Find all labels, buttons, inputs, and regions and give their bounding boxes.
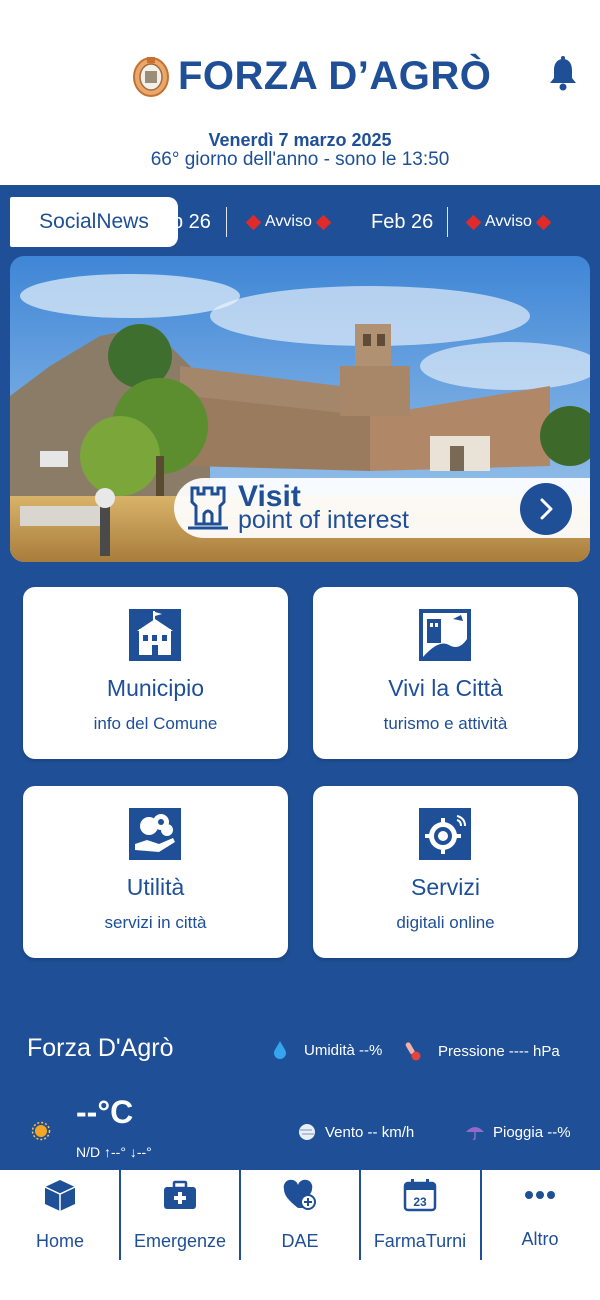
nav-label: FarmaTurni [373,1231,467,1251]
social-news-tab[interactable]: SocialNews [10,197,178,247]
diamond-icon [465,214,482,230]
heart-plus-icon [283,1179,316,1210]
nav-divider [359,1170,361,1260]
card-servizi[interactable]: Servizi digitali online [313,786,578,958]
day-info: 66° giorno dell'anno - sono le 13:50 [150,149,450,170]
app-title: FORZA D’AGRÒ [178,53,492,98]
card-title: Servizi [410,874,480,900]
cube-icon [44,1180,76,1211]
town-hall-icon [129,609,181,661]
nav-label: DAE [281,1231,319,1251]
ticker-date: Feb 26 [371,210,434,233]
card-vivi-la-citta[interactable]: Vivi la Città turismo e attività [313,587,578,759]
umbrella-icon [466,1127,484,1141]
castle-tower-icon [188,486,228,530]
card-municipio[interactable]: Municipio info del Comune [23,587,288,759]
temperature-value: --°C [76,1094,134,1130]
more-dots-icon [525,1191,555,1199]
utility-icon [129,808,181,860]
app-header: FORZA D’AGRÒ Venerdì 7 marzo 2025 66° gi… [0,0,600,185]
ticker-tag: Avviso [485,213,532,230]
card-title: Utilità [126,874,185,900]
nav-item-dae[interactable]: DAE [240,1170,360,1260]
card-subtitle: turismo e attività [383,714,508,733]
digital-services-icon [419,808,471,860]
wind-icon [299,1124,315,1140]
card-title: Municipio [106,675,205,701]
card-subtitle: info del Comune [93,714,218,733]
notification-bell-icon[interactable] [548,56,578,92]
temperature-min-max: N/D ↑--° ↓--° [76,1144,152,1160]
ticker-separator [447,207,448,237]
diamond-icon [245,214,262,230]
sun-icon [31,1121,51,1141]
nav-item-home[interactable]: Home [0,1170,120,1260]
nav-label: Emergenze [133,1231,227,1251]
brand: FORZA D’AGRÒ [130,50,491,102]
nav-item-emergenze[interactable]: Emergenze [120,1170,240,1260]
bottom-safe-area [0,1260,600,1300]
diamond-icon [315,214,332,230]
ticker-avviso[interactable]: Avviso [242,195,335,249]
bottom-navigation: Home Emergenze DAE 23 FarmaTurni Altro [0,1170,600,1260]
weather-humidity: Umidità --% [272,1040,382,1060]
ticker-item[interactable]: Feb 26 [371,195,433,249]
card-title: Vivi la Città [388,675,503,701]
nav-divider [239,1170,241,1260]
ticker-avviso[interactable]: Avviso [462,195,555,249]
nav-item-altro[interactable]: Altro [480,1170,600,1260]
visit-subtitle: point of interest [238,506,409,534]
water-drop-icon [274,1041,286,1059]
nav-divider [480,1170,482,1260]
calendar-badge: 23 [413,1195,427,1209]
rain-value: Pioggia --% [493,1123,571,1141]
thermometer-icon [405,1042,421,1061]
hero-banner[interactable]: Visit point of interest [10,256,590,562]
diamond-icon [535,214,552,230]
weather-rain: Pioggia --% [464,1122,571,1142]
card-utilita[interactable]: Utilità servizi in città [23,786,288,958]
visit-point-of-interest-button[interactable]: Visit point of interest [174,478,590,538]
crest-icon [133,57,169,97]
nav-item-farmaturni[interactable]: 23 FarmaTurni [360,1170,480,1260]
wind-value: Vento -- km/h [325,1123,415,1141]
weather-pressure: Pressione ---- hPa [404,1040,560,1062]
nav-label: Home [35,1231,84,1251]
pressure-value: Pressione ---- hPa [438,1042,560,1060]
card-subtitle: digitali online [396,913,495,932]
humidity-value: Umidità --% [304,1041,383,1059]
social-news-ticker[interactable]: SocialNews b 26 Avviso Feb 26 Avviso [0,195,600,249]
nav-label: Altro [521,1229,559,1249]
ticker-separator [226,207,227,237]
calendar-icon: 23 [403,1179,437,1212]
weather-city: Forza D'Agrò [27,1034,174,1062]
city-icon [419,609,471,661]
ticker-tag: Avviso [265,213,312,230]
chevron-right-icon[interactable] [520,483,572,535]
card-subtitle: servizi in città [104,913,207,932]
weather-wind: Vento -- km/h [296,1122,414,1142]
nav-divider [119,1170,121,1260]
first-aid-kit-icon [164,1180,196,1209]
current-date: Venerdì 7 marzo 2025 [208,130,392,150]
